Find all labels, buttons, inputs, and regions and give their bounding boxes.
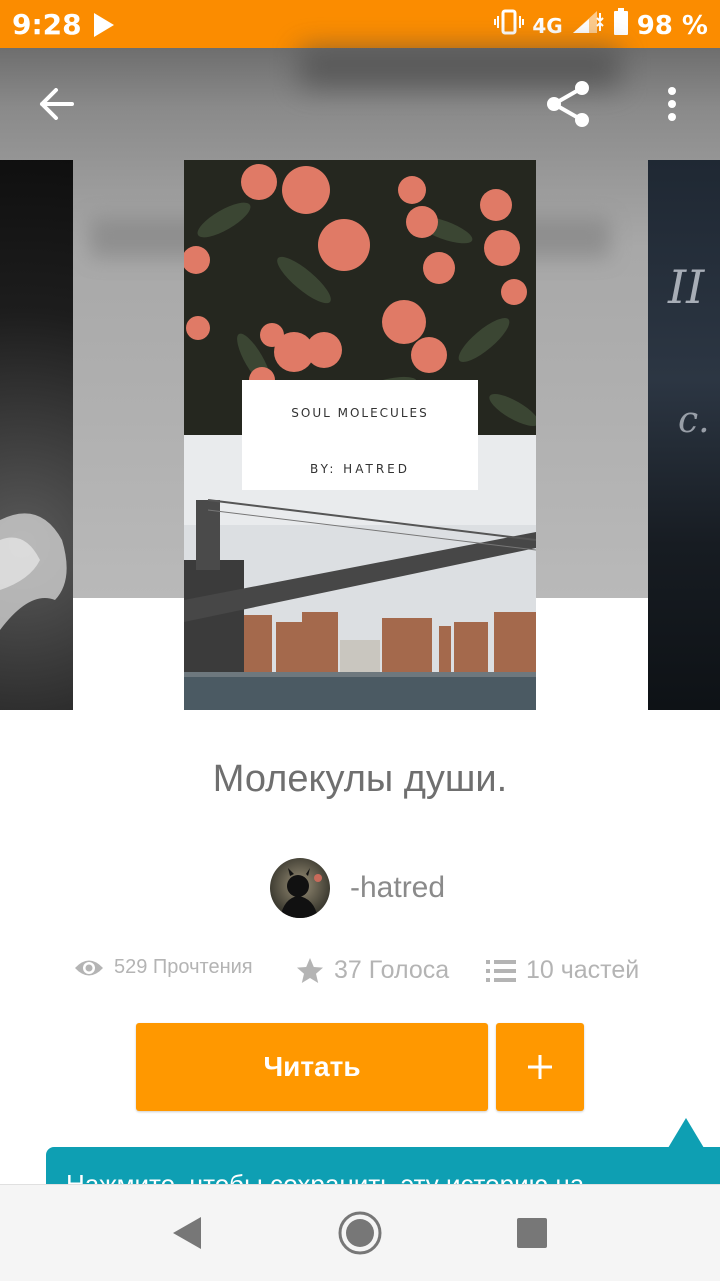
plus-icon (528, 1055, 552, 1079)
back-arrow-icon (40, 88, 74, 120)
votes-stat: 37 Голоса (296, 956, 449, 985)
read-button[interactable]: Читать (136, 1023, 488, 1111)
cover-title-text: SOUL MOLECULES (291, 406, 429, 420)
star-icon (297, 957, 323, 983)
more-options-button[interactable] (650, 72, 694, 136)
status-time: 9:28 (12, 8, 82, 41)
nav-back-button[interactable] (126, 1185, 246, 1281)
share-button[interactable] (536, 72, 600, 136)
next-book-cover[interactable]: II c. (648, 160, 720, 710)
previous-book-cover[interactable] (0, 160, 73, 710)
circle-home-icon (338, 1211, 382, 1255)
triangle-back-icon (173, 1217, 201, 1249)
network-type: 4G (532, 13, 563, 38)
votes-count: 37 Голоса (334, 956, 450, 984)
vibrate-icon (494, 9, 525, 42)
story-title: Молекулы души. (212, 758, 508, 800)
next-cover-text-2: c. (678, 400, 710, 441)
parts-count: 10 частей (526, 956, 640, 984)
battery-icon (613, 8, 629, 43)
reads-stat: 529 Прочтения (74, 956, 253, 979)
read-button-label: Читать (263, 1051, 361, 1082)
status-bar: 9:28 4G 98 % (0, 0, 720, 48)
battery-level: 98 % (636, 10, 708, 41)
app-bar (0, 48, 720, 160)
author-link[interactable]: -hatred (270, 858, 445, 918)
author-name: -hatred (350, 871, 446, 904)
next-cover-text: II (668, 260, 705, 314)
eye-icon (75, 960, 103, 975)
nav-home-button[interactable] (300, 1185, 420, 1281)
parts-stat: 10 частей (486, 956, 639, 985)
author-avatar (270, 858, 330, 918)
tooltip-pointer (668, 1118, 704, 1148)
reads-count: 529 Прочтения (114, 956, 253, 978)
system-nav-bar (0, 1184, 720, 1281)
back-button[interactable] (24, 76, 88, 132)
more-vertical-icon (668, 87, 676, 121)
status-icons: 4G 98 % (494, 8, 708, 43)
share-icon (547, 81, 589, 127)
add-to-library-button[interactable] (496, 1023, 584, 1111)
play-icon (92, 12, 116, 43)
square-recents-icon (517, 1218, 547, 1248)
signal-icon (571, 9, 605, 42)
list-icon (486, 959, 516, 982)
cover-author-text: BY: HATRED (310, 462, 410, 476)
cover-title-box: SOUL MOLECULES BY: HATRED (242, 380, 478, 490)
story-stats: 529 Прочтения 37 Голоса 10 частей (0, 956, 720, 996)
book-cover[interactable]: SOUL MOLECULES BY: HATRED (184, 160, 536, 710)
nav-recents-button[interactable] (472, 1185, 592, 1281)
